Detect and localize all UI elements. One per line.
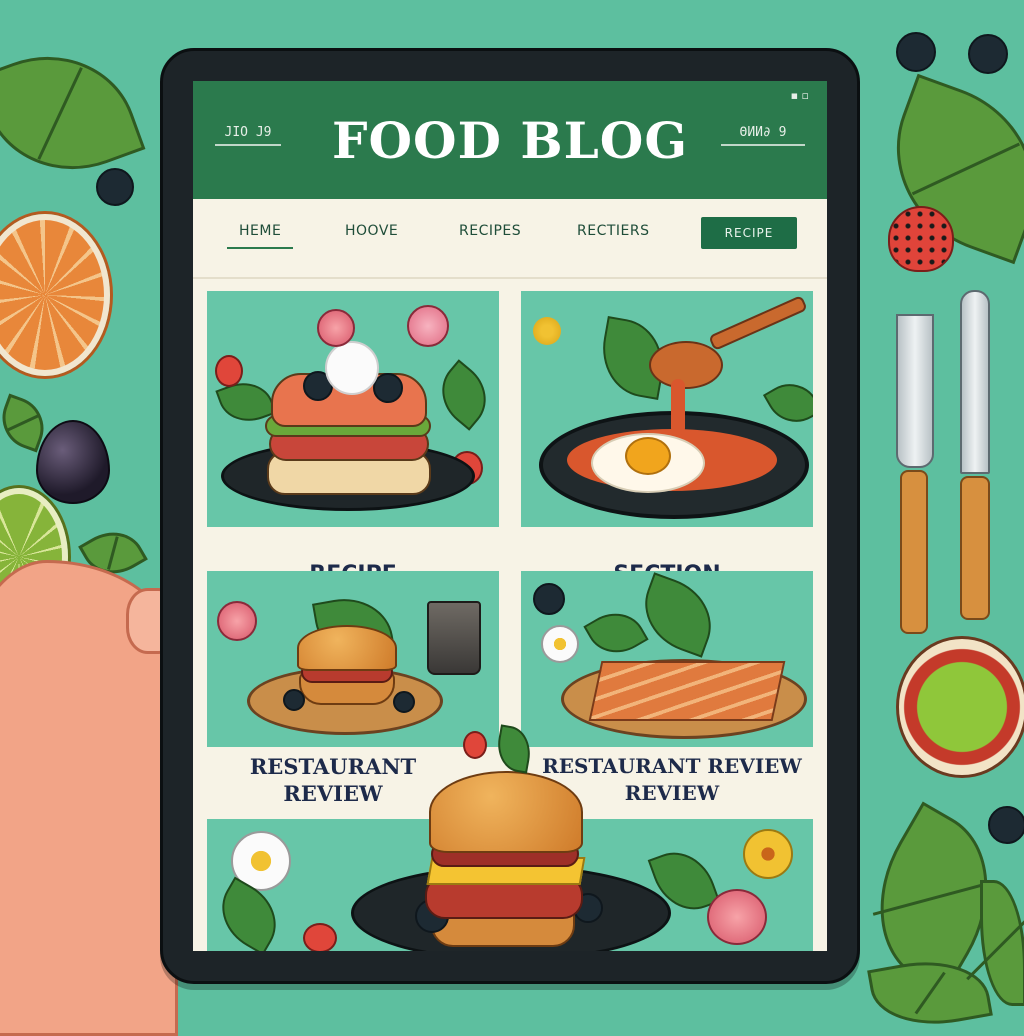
restaurant-review-card[interactable] [207,571,499,747]
nav-item-about[interactable]: HOOVE [345,223,398,239]
burger-bun-top-icon [429,771,583,853]
leaf-decoration [867,950,993,1036]
strawberry-decoration [888,206,954,272]
spoon-icon [649,341,723,389]
knife-decoration [956,290,990,620]
divider [721,144,805,146]
leaf-icon [762,372,813,434]
flower-icon [533,317,561,345]
blueberry-decoration [988,806,1024,844]
recipe-button[interactable]: RECIPE [701,217,797,249]
olive-icon [393,691,415,713]
olive-icon [283,689,305,711]
leaf-icon [207,876,291,951]
rose-icon [217,601,257,641]
salmon-icon [588,661,786,721]
section-card[interactable] [521,291,813,527]
leaf-icon [632,572,724,658]
blueberry-decoration [896,32,936,72]
egg-yolk-icon [625,437,671,475]
header-right-text: ΘИИ∂ 9 [739,125,787,140]
fork-decoration [890,314,936,634]
spoon-handle-icon [708,294,808,352]
blueberry-decoration [96,168,134,206]
orange-slice-decoration [0,214,110,376]
restaurant-review-card-2[interactable] [521,571,813,747]
tomato-icon [303,923,337,951]
leaf-icon [427,359,499,431]
blueberry-icon [373,373,403,403]
rose-icon [707,889,767,945]
header-right-badge: ΘИИ∂ 9 [721,125,805,146]
blueberry-decoration [968,34,1008,74]
bowl-decoration [896,636,1024,778]
bun-top-icon [297,625,397,671]
tomato-icon [215,355,243,387]
recipe-card[interactable] [207,291,499,527]
rose-icon [317,309,355,347]
restaurant-review-2-line1: RESTAURANT REVIEW [542,754,802,778]
flower-icon [541,625,579,663]
nav-item-recipes-2[interactable]: RECTIERS [577,223,650,239]
tablet-device: ▪ ▫ JIO J9 FOOD BLOG ΘИИ∂ 9 HEME HOOVE R… [160,48,860,984]
nav-bar: HEME HOOVE RECIPES RECTIERS RECIPE [193,199,827,279]
rose-icon [407,305,449,347]
flower-icon [743,829,793,879]
restaurant-review-line1: RESTAURANT [249,754,417,779]
leaf-icon [583,601,649,665]
blog-header: ▪ ▫ JIO J9 FOOD BLOG ΘИИ∂ 9 [193,81,827,199]
olive-icon [533,583,565,615]
tomato-icon [463,731,487,759]
cream-topping-icon [325,341,379,395]
nav-item-home[interactable]: HEME [226,223,294,249]
tablet-screen: ▪ ▫ JIO J9 FOOD BLOG ΘИИ∂ 9 HEME HOOVE R… [193,81,827,951]
nav-item-recipes[interactable]: RECIPES [459,223,521,239]
eggplant-decoration [36,420,110,504]
glass-icon [427,601,481,675]
sauce-drip-icon [671,379,685,435]
status-bar-icons: ▪ ▫ [790,89,809,102]
